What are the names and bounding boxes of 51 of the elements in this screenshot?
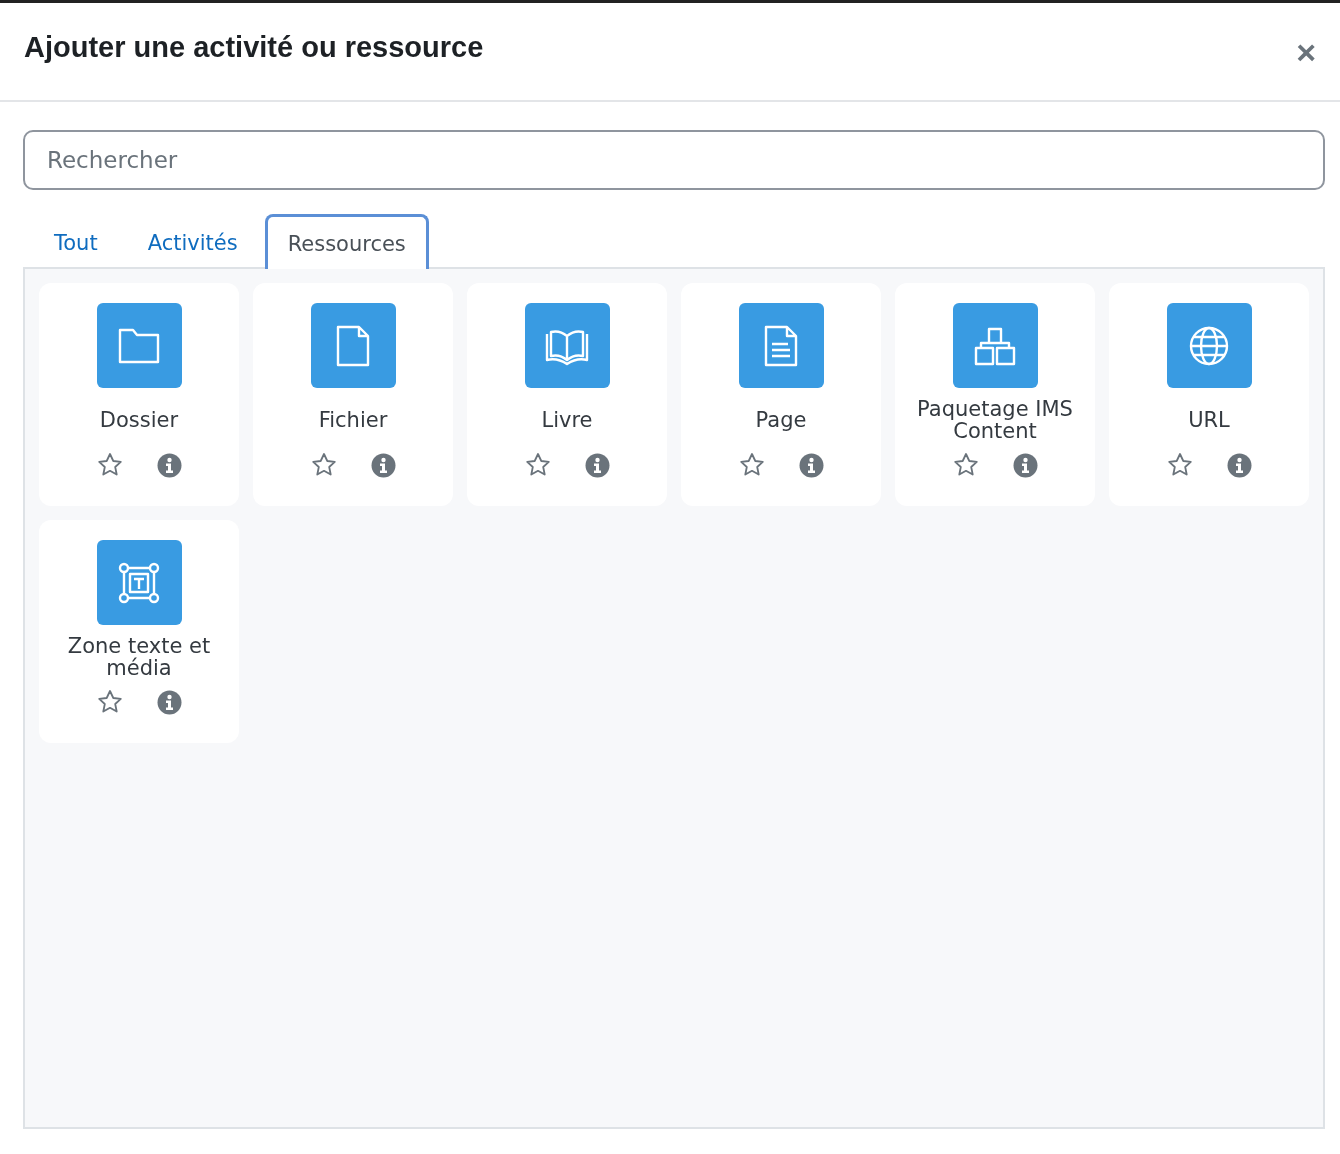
resource-label: Paquetage IMS Content: [916, 396, 1074, 445]
info-icon: [1226, 452, 1252, 478]
star-button[interactable]: [310, 452, 337, 478]
resource-label: Dossier: [98, 407, 180, 434]
resource-label: URL: [1187, 407, 1231, 434]
info-button[interactable]: [156, 452, 182, 478]
tab[interactable]: Ressources: [264, 214, 429, 269]
resource-card[interactable]: Fichier: [253, 283, 453, 506]
star-icon: [1166, 452, 1193, 478]
star-icon: [524, 452, 551, 478]
info-button[interactable]: [584, 452, 610, 478]
info-icon: [1012, 452, 1038, 478]
info-icon: [584, 452, 610, 478]
info-button[interactable]: [156, 689, 182, 715]
boxes-icon: [973, 325, 1017, 366]
resource-card[interactable]: Page: [681, 283, 881, 506]
star-icon: [96, 452, 123, 478]
info-icon: [370, 452, 396, 478]
file-icon: [335, 324, 371, 367]
info-icon: [156, 452, 182, 478]
search-field[interactable]: Rechercher: [23, 130, 1325, 190]
info-icon: [798, 452, 824, 478]
resource-label: Fichier: [317, 407, 389, 434]
close-button[interactable]: ×: [1292, 34, 1320, 69]
star-button[interactable]: [96, 452, 123, 478]
info-icon: [156, 689, 182, 715]
star-button[interactable]: [96, 689, 123, 715]
star-button[interactable]: [952, 452, 979, 478]
star-icon: [310, 452, 337, 478]
dialog-title: Ajouter une activité ou ressource: [24, 31, 484, 64]
info-button[interactable]: [1012, 452, 1038, 478]
star-icon: [96, 689, 123, 715]
star-icon: [952, 452, 979, 478]
star-button[interactable]: [1166, 452, 1193, 478]
resource-card[interactable]: Zone texte et média: [39, 520, 239, 743]
star-icon: [738, 452, 765, 478]
info-button[interactable]: [1226, 452, 1252, 478]
resource-label: Page: [754, 407, 808, 434]
star-button[interactable]: [738, 452, 765, 478]
resource-label: Livre: [540, 407, 594, 434]
resource-card[interactable]: Dossier: [39, 283, 239, 506]
resource-card[interactable]: Livre: [467, 283, 667, 506]
star-button[interactable]: [524, 452, 551, 478]
text-frame-icon: [118, 561, 160, 604]
document-icon: [763, 324, 799, 367]
info-button[interactable]: [798, 452, 824, 478]
resource-card[interactable]: Paquetage IMS Content: [895, 283, 1095, 506]
info-button[interactable]: [370, 452, 396, 478]
resource-label: Zone texte et média: [66, 633, 212, 682]
globe-icon: [1188, 324, 1230, 367]
resource-card[interactable]: URL: [1109, 283, 1309, 506]
